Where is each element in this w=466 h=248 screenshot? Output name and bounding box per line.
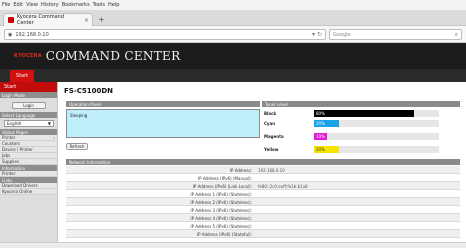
menu-item[interactable]: View xyxy=(26,2,38,8)
site-info-icon[interactable]: ◉ xyxy=(8,32,12,38)
network-field-label: IP Address 5 (IPv6) (Stateless): xyxy=(190,224,252,229)
toner-bar: 80% xyxy=(314,110,414,117)
toner-track xyxy=(314,133,439,140)
toner-percent: 10% xyxy=(314,133,327,140)
network-field-label: IP Address (IPv6) (Link Local): xyxy=(192,184,252,189)
reload-icon[interactable]: ▾ ↻ xyxy=(312,31,322,38)
url-bar[interactable]: ◉ 192.168.0.10 ▾ ↻ xyxy=(4,29,326,40)
toner-row: Cyan 20% xyxy=(262,119,452,128)
browser-tabstrip: Kyocera Command Center × + xyxy=(0,10,466,26)
search-icon[interactable]: ⌕ xyxy=(455,31,458,39)
new-tab-icon[interactable]: + xyxy=(98,15,105,24)
network-field-label: IP Address 3 (IPv6) (Stateless): xyxy=(190,208,252,213)
table-row: IP Address (IPv6) (Stateful): xyxy=(66,230,460,238)
network-field-value: fe80::2c0:eeff:fe1b:b1a8 xyxy=(258,184,308,189)
sidebar-item-label: Supplies xyxy=(2,159,19,164)
search-placeholder: Google xyxy=(333,31,351,38)
toner-bar: 10% xyxy=(314,133,327,140)
sidebar-item-label: Counters xyxy=(2,141,21,146)
table-row: IP Address 2 (IPv6) (Stateless): xyxy=(66,198,460,206)
toner-bar: 20% xyxy=(314,146,339,153)
toner-percent: 20% xyxy=(314,120,339,127)
header-tabbar xyxy=(0,69,466,82)
toner-name: Cyan xyxy=(264,121,276,126)
toner-name: Black xyxy=(264,111,277,116)
toner-row: Black 80% xyxy=(262,109,452,118)
horizontal-scrollbar[interactable] xyxy=(0,242,466,248)
network-information-table: IP Address: 192.168.0.10 IP Address (IPv6)… xyxy=(66,166,460,238)
network-field-value: 192.168.0.10 xyxy=(258,168,285,173)
login-button[interactable]: Login xyxy=(11,101,46,109)
toner-level-header: Toner Level xyxy=(262,101,460,107)
menu-item[interactable]: History xyxy=(41,2,59,8)
links-list: Download Drivers Kyocera Online xyxy=(0,183,57,195)
sidebar: Start Login Mode Login Select Language E… xyxy=(0,82,58,242)
operation-panel-header: Operation Panel xyxy=(66,101,260,107)
network-field-label: IP Address 1 (IPv6) (Stateless): xyxy=(190,192,252,197)
menu-item[interactable]: Bookmarks xyxy=(62,2,90,8)
toner-name: Yellow xyxy=(264,147,279,152)
menu-item[interactable]: File xyxy=(2,2,10,8)
tab-title: Kyocera Command Center xyxy=(16,14,65,26)
app-header: KYOCERA COMMAND CENTER xyxy=(0,43,466,69)
toner-row: Magenta 10% xyxy=(262,132,452,141)
toner-percent: 20% xyxy=(314,146,339,153)
sidebar-item-label: Device / Printer xyxy=(2,147,33,152)
network-field-label: IP Address: xyxy=(229,168,252,173)
network-field-label: IP Address (IPv6) (Manual): xyxy=(198,176,252,181)
login-area: Login xyxy=(0,98,57,112)
operation-panel-text: Sleeping xyxy=(70,113,88,118)
network-field-label: IP Address 4 (IPv6) (Stateless): xyxy=(190,216,252,221)
table-row: IP Address: 192.168.0.10 xyxy=(66,166,460,174)
language-select[interactable]: English ▼ xyxy=(4,120,54,127)
kyocera-logo: KYOCERA xyxy=(14,53,42,59)
toner-percent: 80% xyxy=(314,110,414,117)
language-area: English ▼ xyxy=(0,118,57,129)
sidebar-item-label: Kyocera Online xyxy=(2,189,33,194)
tab-start[interactable]: Start xyxy=(10,70,34,82)
main-content: FS-C5100DN Operation Panel Sleeping Refr… xyxy=(62,82,466,242)
table-row: IP Address (IPv6) (Manual): xyxy=(66,174,460,182)
kyocera-favicon-icon xyxy=(8,17,14,23)
network-field-label: IP Address (IPv6) (Stateful): xyxy=(196,232,252,237)
page-title: FS-C5100DN xyxy=(64,87,114,95)
language-value: English xyxy=(7,121,22,126)
browser-menubar: File Edit View History Bookmarks Tools Help xyxy=(0,0,466,10)
browser-navbar: ◉ 192.168.0.10 ▾ ↻ Google ⌕ xyxy=(0,26,466,43)
table-row: IP Address 1 (IPv6) (Stateless): xyxy=(66,190,460,198)
network-field-label: IP Address 2 (IPv6) (Stateless): xyxy=(190,200,252,205)
toner-row: Yellow 20% xyxy=(262,145,452,154)
refresh-button[interactable]: Refresh xyxy=(66,143,88,150)
sidebar-item-label: Download Drivers xyxy=(2,183,38,188)
menu-item[interactable]: Help xyxy=(108,2,119,8)
table-row: IP Address 3 (IPv6) (Stateless): xyxy=(66,206,460,214)
sidebar-item-label: Jobs xyxy=(2,153,11,158)
status-pages-list: Printer › Counters Device / Printer Jobs Supp… xyxy=(0,135,57,165)
app-title: COMMAND CENTER xyxy=(45,49,181,63)
table-row: IP Address 4 (IPv6) (Stateless): xyxy=(66,214,460,222)
sidebar-start-header[interactable]: Start xyxy=(0,82,57,92)
table-row: IP Address (IPv6) (Link Local): fe80::2c0… xyxy=(66,182,460,190)
toner-name: Magenta xyxy=(264,134,284,139)
sidebar-item-label: Printer xyxy=(2,135,16,140)
menu-item[interactable]: Tools xyxy=(93,2,105,8)
browser-tab[interactable]: Kyocera Command Center × xyxy=(3,13,93,26)
sidebar-item[interactable]: Kyocera Online xyxy=(0,189,57,195)
browser-search-box[interactable]: Google ⌕ xyxy=(329,29,462,40)
sidebar-item-label: Printer xyxy=(2,171,16,176)
close-tab-icon[interactable]: × xyxy=(84,17,89,24)
network-information-header: Network Information xyxy=(66,159,460,165)
url-text: 192.168.0.10 xyxy=(15,31,49,38)
sidebar-start-label: Start xyxy=(4,84,17,90)
table-row: IP Address 5 (IPv6) (Stateless): xyxy=(66,222,460,230)
operation-panel-display: Sleeping xyxy=(66,109,260,138)
menu-item[interactable]: Edit xyxy=(13,2,23,8)
toner-bar: 20% xyxy=(314,120,339,127)
chevron-down-icon: ▼ xyxy=(47,121,51,126)
chevron-right-icon: › xyxy=(53,135,55,140)
